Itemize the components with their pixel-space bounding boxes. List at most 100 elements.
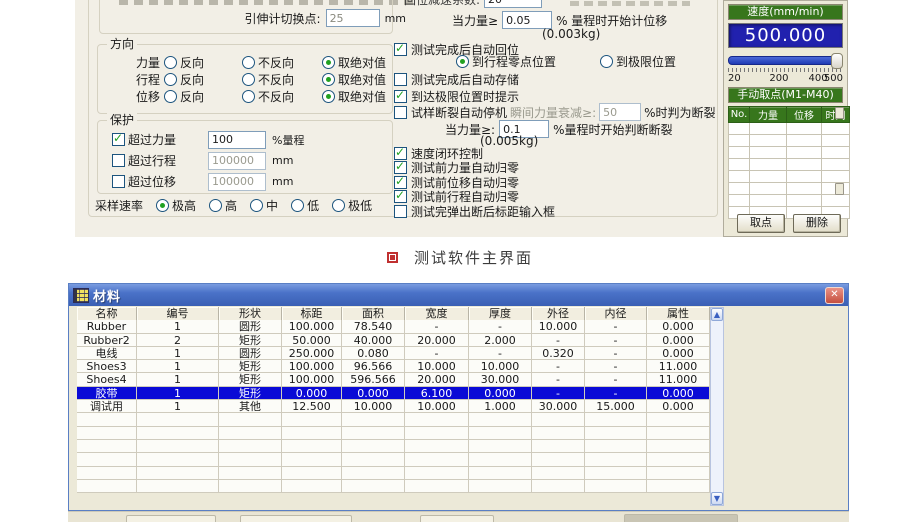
material-empty-cell[interactable] xyxy=(585,427,647,440)
material-empty-cell[interactable] xyxy=(77,467,137,480)
radio-option[interactable]: 不反向 xyxy=(242,88,322,105)
material-cell[interactable]: - xyxy=(585,347,647,360)
delete-point-button[interactable]: 删除 xyxy=(793,214,841,233)
material-cell[interactable]: Rubber2 xyxy=(77,334,137,347)
material-empty-cell[interactable] xyxy=(77,440,137,453)
material-empty-cell[interactable] xyxy=(342,413,405,426)
checkbox[interactable] xyxy=(112,133,125,146)
material-cell[interactable]: 0.320 xyxy=(532,347,585,360)
material-cell[interactable]: 1.000 xyxy=(469,400,532,413)
material-cell[interactable]: - xyxy=(585,320,647,333)
material-cell[interactable]: 胶带 xyxy=(77,387,137,400)
material-cell[interactable]: - xyxy=(469,320,532,333)
checkbox[interactable] xyxy=(394,161,407,174)
material-cell[interactable]: 96.566 xyxy=(342,360,405,373)
material-empty-cell[interactable] xyxy=(77,480,137,493)
material-empty-cell[interactable] xyxy=(585,453,647,466)
speed-slider[interactable] xyxy=(728,53,843,66)
material-cell[interactable]: Shoes3 xyxy=(77,360,137,373)
extensometer-input[interactable] xyxy=(326,9,380,27)
checkbox[interactable] xyxy=(394,73,407,86)
material-empty-cell[interactable] xyxy=(342,427,405,440)
return-zero-option[interactable]: 到行程零点位置 xyxy=(456,53,556,70)
material-cell[interactable]: 11.000 xyxy=(647,360,710,373)
scroll-down-arrow-icon[interactable]: ▼ xyxy=(711,492,723,505)
slider-thumb[interactable] xyxy=(831,53,843,69)
material-empty-cell[interactable] xyxy=(469,413,532,426)
radio-option[interactable]: 取绝对值 xyxy=(322,71,392,88)
radio-button[interactable] xyxy=(291,199,304,212)
grid-scroll-down-button[interactable] xyxy=(835,183,844,195)
material-empty-cell[interactable] xyxy=(585,480,647,493)
material-cell[interactable]: - xyxy=(585,373,647,386)
radio-button[interactable] xyxy=(322,73,335,86)
material-empty-cell[interactable] xyxy=(469,480,532,493)
material-empty-cell[interactable] xyxy=(137,413,219,426)
break-stop-check[interactable]: 试样断裂自动停机 xyxy=(394,104,507,121)
material-cell[interactable]: 6.100 xyxy=(405,387,469,400)
material-empty-cell[interactable] xyxy=(137,467,219,480)
material-cell[interactable]: 250.000 xyxy=(282,347,342,360)
material-empty-cell[interactable] xyxy=(532,453,585,466)
material-cell[interactable]: 矩形 xyxy=(219,373,282,386)
material-cell[interactable]: 1 xyxy=(137,373,219,386)
protection-input[interactable] xyxy=(208,131,266,149)
radio-button[interactable] xyxy=(250,199,263,212)
sampling-option[interactable]: 低 xyxy=(291,197,319,214)
radio-button[interactable] xyxy=(242,56,255,69)
radio-button[interactable] xyxy=(456,55,469,68)
material-cell[interactable]: 10.000 xyxy=(532,320,585,333)
material-empty-cell[interactable] xyxy=(532,467,585,480)
material-cell[interactable]: 2 xyxy=(137,334,219,347)
vertical-scrollbar[interactable]: ▲ ▼ xyxy=(710,307,724,506)
material-empty-cell[interactable] xyxy=(219,413,282,426)
protection-check[interactable]: 超过位移 xyxy=(112,173,208,190)
material-empty-cell[interactable] xyxy=(532,413,585,426)
material-empty-cell[interactable] xyxy=(405,427,469,440)
material-empty-cell[interactable] xyxy=(647,440,710,453)
material-cell[interactable]: 电线 xyxy=(77,347,137,360)
material-empty-cell[interactable] xyxy=(219,440,282,453)
radio-option[interactable]: 取绝对值 xyxy=(322,54,392,71)
checkbox[interactable] xyxy=(394,106,407,119)
material-empty-cell[interactable] xyxy=(405,413,469,426)
material-cell[interactable]: 10.000 xyxy=(405,400,469,413)
material-cell[interactable]: - xyxy=(532,373,585,386)
material-empty-cell[interactable] xyxy=(405,480,469,493)
checkbox[interactable] xyxy=(394,90,407,103)
return-coef-input[interactable] xyxy=(484,0,542,8)
material-empty-cell[interactable] xyxy=(77,453,137,466)
radio-option[interactable]: 反向 xyxy=(164,88,242,105)
material-empty-cell[interactable] xyxy=(532,440,585,453)
material-empty-cell[interactable] xyxy=(342,467,405,480)
protection-check[interactable]: 超过力量 xyxy=(112,131,208,148)
material-empty-cell[interactable] xyxy=(647,427,710,440)
material-empty-cell[interactable] xyxy=(77,427,137,440)
radio-button[interactable] xyxy=(164,56,177,69)
radio-button[interactable] xyxy=(322,90,335,103)
protection-input[interactable] xyxy=(208,173,266,191)
material-cell[interactable]: - xyxy=(405,347,469,360)
grid-scroll-up-button[interactable] xyxy=(835,107,844,119)
material-cell[interactable]: 100.000 xyxy=(282,360,342,373)
material-cell[interactable]: 2.000 xyxy=(469,334,532,347)
material-cell[interactable]: 20.000 xyxy=(405,373,469,386)
material-cell[interactable]: 15.000 xyxy=(585,400,647,413)
material-cell[interactable]: 圆形 xyxy=(219,347,282,360)
material-cell[interactable]: Shoes4 xyxy=(77,373,137,386)
option-checkbox-row[interactable]: 测试完弹出断后标距输入框 xyxy=(394,204,555,219)
radio-option[interactable]: 不反向 xyxy=(242,54,322,71)
material-empty-cell[interactable] xyxy=(405,440,469,453)
material-cell[interactable]: 0.000 xyxy=(647,334,710,347)
material-empty-cell[interactable] xyxy=(532,427,585,440)
material-cell[interactable]: 100.000 xyxy=(282,373,342,386)
material-empty-cell[interactable] xyxy=(585,467,647,480)
material-cell[interactable]: 0.000 xyxy=(282,387,342,400)
material-empty-cell[interactable] xyxy=(282,427,342,440)
radio-button[interactable] xyxy=(156,199,169,212)
material-cell[interactable]: 30.000 xyxy=(469,373,532,386)
material-cell[interactable]: 20.000 xyxy=(405,334,469,347)
material-cell[interactable]: 1 xyxy=(137,347,219,360)
material-empty-cell[interactable] xyxy=(282,413,342,426)
take-point-button[interactable]: 取点 xyxy=(737,214,785,233)
